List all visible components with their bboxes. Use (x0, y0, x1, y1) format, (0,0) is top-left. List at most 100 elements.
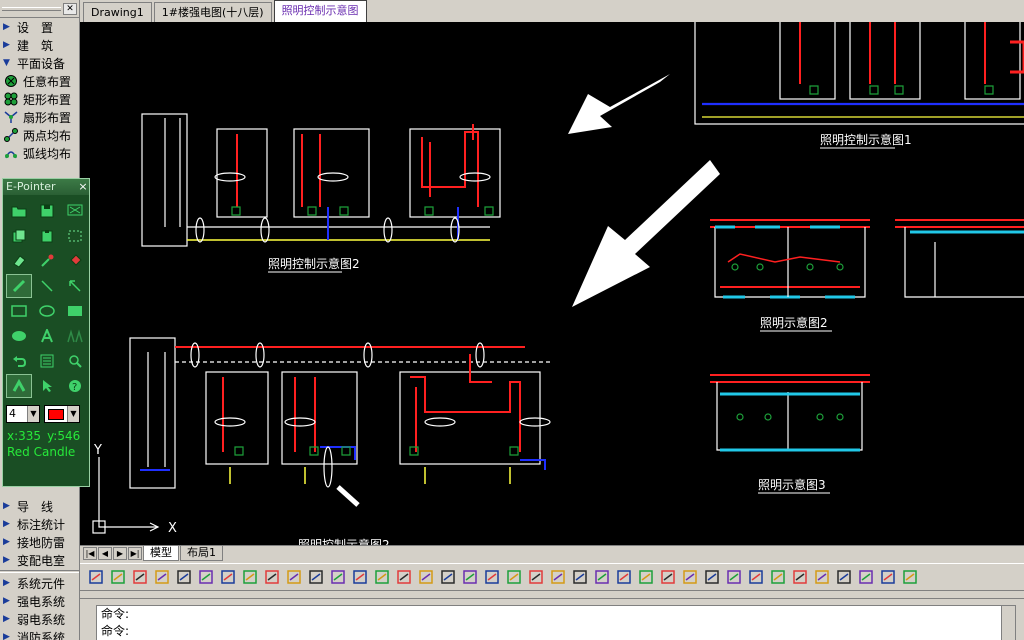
pan-icon[interactable] (152, 568, 171, 587)
pen-icon[interactable] (6, 274, 32, 298)
attribute-icon[interactable] (768, 568, 787, 587)
table-icon[interactable] (548, 568, 567, 587)
select-icon[interactable] (416, 568, 435, 587)
epointer-tools: ? (3, 195, 89, 402)
menu-two-point[interactable]: 两点均布 (0, 126, 79, 144)
help-icon[interactable]: ? (62, 374, 88, 398)
cursor-icon[interactable] (34, 374, 60, 398)
3d-view-icon[interactable] (878, 568, 897, 587)
settings-icon[interactable] (900, 568, 919, 587)
tab-layout1[interactable]: 布局1 (180, 546, 223, 561)
palette-grip[interactable] (2, 6, 61, 11)
menu-system-parts[interactable]: ▶ 系统元件 (0, 574, 79, 592)
purge-icon[interactable] (812, 568, 831, 587)
first-tab-icon[interactable]: |◀ (83, 547, 97, 560)
fill-bucket-icon[interactable] (62, 249, 88, 273)
menu-fire-system[interactable]: ▶ 消防系统 (0, 628, 79, 640)
grid-icon[interactable] (108, 568, 127, 587)
tab-drawing1[interactable]: Drawing1 (83, 2, 152, 22)
menu-annotate[interactable]: ▶ 标注统计 (0, 515, 79, 533)
epointer-titlebar[interactable]: E-Pointer × (3, 179, 89, 195)
menu-grounding[interactable]: ▶ 接地防雷 (0, 533, 79, 551)
paste-icon[interactable] (34, 224, 60, 248)
eraser-icon[interactable] (6, 249, 32, 273)
save-icon[interactable] (174, 568, 193, 587)
arc-icon[interactable] (262, 568, 281, 587)
menu-fan-place[interactable]: 扇形布置 (0, 108, 79, 126)
label-plan-bottom: 照明示意图3 (758, 477, 826, 492)
filled-rectangle-icon[interactable] (62, 299, 88, 323)
color-select[interactable]: ▼ (44, 405, 80, 423)
mark-icon[interactable] (570, 568, 589, 587)
copy-icon[interactable] (6, 224, 32, 248)
close-icon[interactable]: × (77, 179, 89, 195)
last-tab-icon[interactable]: ▶| (128, 547, 142, 560)
copy-icon[interactable] (680, 568, 699, 587)
tag-icon[interactable] (614, 568, 633, 587)
save-icon[interactable] (34, 199, 60, 223)
pointer-tool-icon[interactable] (6, 374, 32, 398)
command-history[interactable]: 命令: 命令: (96, 605, 1016, 640)
menu-substation[interactable]: ▶ 变配电室 (0, 551, 79, 569)
cut-icon[interactable] (482, 568, 501, 587)
undo-icon[interactable] (6, 349, 32, 373)
note-icon[interactable] (592, 568, 611, 587)
align-icon[interactable] (284, 568, 303, 587)
grid-dots-icon[interactable] (218, 568, 237, 587)
stretch-icon[interactable] (372, 568, 391, 587)
menu-plan-equipment[interactable]: ▼ 平面设备 (0, 54, 79, 72)
menu-architecture[interactable]: ▶ 建 筑 (0, 36, 79, 54)
menu-settings[interactable]: ▶ 设 置 (0, 18, 79, 36)
zoom-icon[interactable] (130, 568, 149, 587)
ellipse-icon[interactable] (34, 299, 60, 323)
arrow-line-icon[interactable] (62, 274, 88, 298)
measure-icon[interactable] (746, 568, 765, 587)
two-point-icon[interactable] (240, 568, 259, 587)
move-icon[interactable] (394, 568, 413, 587)
menu-rect-place[interactable]: 矩形布置 (0, 90, 79, 108)
text-icon[interactable] (34, 324, 60, 348)
wire-icon[interactable] (460, 568, 479, 587)
close-icon[interactable]: ✕ (63, 2, 77, 15)
screen-capture-icon[interactable] (62, 199, 88, 223)
menu-free-place[interactable]: 任意布置 (0, 72, 79, 90)
filled-ellipse-icon[interactable] (6, 324, 32, 348)
open-folder-icon[interactable] (6, 199, 32, 223)
outline-text-icon[interactable] (62, 324, 88, 348)
lock-icon[interactable] (834, 568, 853, 587)
scrollbar[interactable] (1001, 606, 1015, 640)
menu-label: 弧线均布 (23, 146, 72, 161)
edit-icon[interactable] (790, 568, 809, 587)
circle-x-icon[interactable] (196, 568, 215, 587)
menu-arc-place[interactable]: 弧线均布 (0, 144, 79, 162)
text-icon[interactable] (636, 568, 655, 587)
menu-wire[interactable]: ▶ 导 线 (0, 497, 79, 515)
drawing-canvas[interactable]: 照明控制示意图1 照明控制示意图2 照明控制示意图2 照明示意图2 照明示意图3… (80, 22, 1024, 545)
insert-icon[interactable] (724, 568, 743, 587)
print-icon[interactable] (856, 568, 875, 587)
rotate-icon[interactable] (350, 568, 369, 587)
layer-icon[interactable] (86, 568, 105, 587)
menu-label: 设 置 (17, 20, 54, 35)
menu-weak-system[interactable]: ▶ 弱电系统 (0, 610, 79, 628)
pen-icon[interactable] (438, 568, 457, 587)
line-width-select[interactable]: 4 ▼ (6, 405, 40, 423)
rectangle-icon[interactable] (6, 299, 32, 323)
mirror-icon[interactable] (328, 568, 347, 587)
tab-lighting-control[interactable]: 照明控制示意图 (273, 0, 367, 22)
line-icon[interactable] (526, 568, 545, 587)
select-rect-icon[interactable] (62, 224, 88, 248)
calculator-icon[interactable] (34, 349, 60, 373)
font-icon[interactable] (658, 568, 677, 587)
tab-model[interactable]: 模型 (143, 546, 179, 561)
distribute-icon[interactable] (306, 568, 325, 587)
join-icon[interactable] (504, 568, 523, 587)
prev-tab-icon[interactable]: ◀ (98, 547, 112, 560)
line-icon[interactable] (34, 274, 60, 298)
tab-power-plan[interactable]: 1#楼强电图(十八层) (153, 2, 272, 22)
menu-power-system[interactable]: ▶ 强电系统 (0, 592, 79, 610)
eyedropper-icon[interactable] (34, 249, 60, 273)
magnifier-icon[interactable] (62, 349, 88, 373)
block-icon[interactable] (702, 568, 721, 587)
next-tab-icon[interactable]: ▶ (113, 547, 127, 560)
